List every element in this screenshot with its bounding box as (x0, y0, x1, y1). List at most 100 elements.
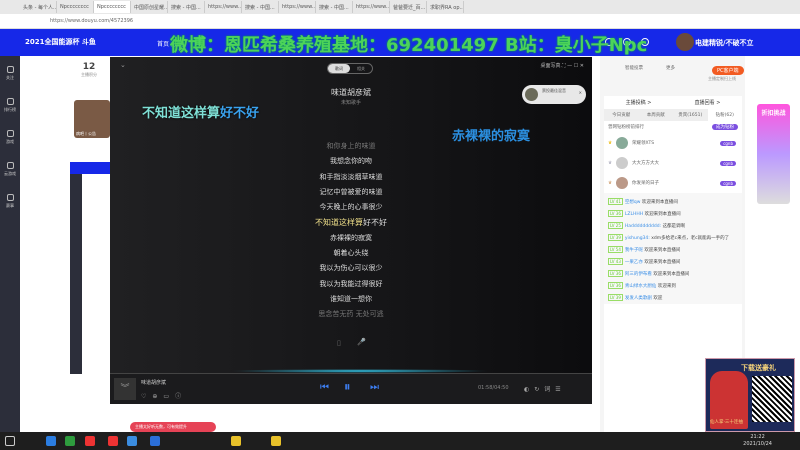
desktop-lyric-left: 不知道这样算好不好 (142, 106, 260, 121)
sidebar-item-games[interactable]: 游戏 (0, 130, 20, 145)
app-icon[interactable] (150, 436, 160, 446)
tab-vip[interactable]: 贵宾(1651) (673, 109, 708, 121)
tab-week[interactable]: 本周贡献 (639, 109, 674, 121)
crown-icon: ♛ (608, 180, 613, 186)
crown-icon: ♛ (608, 140, 613, 146)
chat-username[interactable]: 阿三的伊布看 (625, 272, 652, 277)
replay-link[interactable]: 直播回看 > (673, 99, 742, 106)
address-bar[interactable]: https://www.douyu.com/4572396 (0, 14, 800, 29)
start-icon[interactable] (5, 436, 15, 446)
become-fan-button[interactable]: 成为钻粉 (712, 124, 738, 130)
chat-username[interactable]: 青山绿水大厨仙 (625, 284, 657, 289)
anchor-posts-link[interactable]: 主播投稿 > (604, 99, 673, 106)
chat-text: 欢迎来到 (657, 284, 676, 289)
avatar (616, 157, 629, 169)
sidebar-item-esports[interactable]: 赛事 (0, 194, 20, 209)
user-avatar[interactable] (676, 33, 694, 51)
chat-username[interactable]: 一果乙亦 (625, 260, 643, 265)
browser-tab[interactable]: 求职界RA op... (427, 1, 464, 13)
level-badge: LV 39 (608, 294, 623, 301)
browser-tab[interactable]: 爸爸要迁_百... (390, 1, 427, 13)
browser-tab[interactable]: https://www... (353, 1, 390, 13)
tab-diamond-fans[interactable]: 钻粉(62) (707, 109, 742, 121)
app-icon[interactable] (271, 436, 281, 446)
browser-tab[interactable]: 头条 - 每个人... (20, 1, 57, 13)
rank-row[interactable]: ♛ 大大方方大大 cgnb (604, 153, 742, 173)
edge-icon[interactable] (46, 436, 56, 446)
app-icon[interactable] (231, 436, 241, 446)
chat-message: LV 39 yishung34: xdm多给老c来点，老c就能再一手的了 (604, 232, 742, 244)
chat-username[interactable]: yishung34: (625, 236, 650, 241)
url-text[interactable]: https://www.douyu.com/4572396 (50, 18, 133, 24)
level-badge: LV 54 (608, 246, 623, 253)
chat-username[interactable]: LZLHHH (625, 212, 643, 217)
browser-tab-bar: 头条 - 每个人... Npcccccccc Npcccccccc 中国原创星耀...… (0, 0, 800, 14)
lyrics-toggle[interactable]: 歌词 相关 (327, 63, 373, 74)
smart-vote-button[interactable]: 智能投票 (625, 65, 643, 71)
level-badge: LV 36 (608, 282, 623, 289)
user-name[interactable]: 电建精锐/不破不立 (695, 38, 754, 48)
avatar (616, 137, 629, 149)
browser-tab[interactable]: 搜索 - 中国... (242, 1, 279, 13)
chat-username[interactable]: 空想qw (625, 200, 641, 205)
ad-title: 下载送豪礼 (741, 364, 776, 372)
next-button[interactable]: ⏭ (370, 382, 379, 393)
more-button[interactable]: 更多 (666, 65, 675, 71)
toast-notification[interactable]: 主播太好听无数，可有效提升 (130, 422, 216, 432)
chat-username[interactable]: Hadddddddddd: (625, 224, 661, 229)
level-badge: LV 41 (608, 198, 623, 205)
sidebar-item-follow[interactable]: 关注 (0, 66, 20, 81)
tab-today[interactable]: 今日贡献 (604, 109, 639, 121)
chat-username[interactable]: 我牛子呢 (625, 248, 643, 253)
stream-watermark: 微博：恩匹希桑养殖基地：692401497 B站：臭小子Npc (170, 35, 648, 56)
heart-icon (6, 66, 14, 73)
playback-time: 01:58/04:50 (478, 385, 509, 391)
game-icon (6, 130, 14, 137)
pause-button[interactable]: ⏸ (344, 380, 351, 395)
ktv-icon[interactable]: ▯ (337, 339, 341, 347)
browser-tab[interactable]: https://www... (279, 1, 316, 13)
app-icon[interactable] (127, 436, 137, 446)
site-logo[interactable]: 2021全国能源杯 斗鱼 (25, 37, 96, 47)
album-cover[interactable]: ︾ (114, 378, 136, 400)
browser-tab[interactable]: https://www... (205, 1, 242, 13)
chat-username[interactable]: 发发人类歌剧 (625, 296, 652, 301)
vote-popup[interactable]: 票投最佳混音 ✕ (522, 85, 586, 104)
pc-client-button[interactable]: PC客户端 (712, 66, 744, 75)
system-clock[interactable]: 21:22 2021/10/24 (743, 434, 772, 448)
track-action-icons[interactable]: ♡⊕▭ⓘ (141, 391, 187, 400)
collapse-icon[interactable]: ⌄ (120, 61, 126, 69)
close-icon[interactable]: ✕ (579, 90, 582, 95)
now-playing-title: 味道胡彦斌 (141, 380, 167, 386)
browser-tab[interactable]: Npcccccccc (94, 1, 131, 13)
lyric-line: 和手指淡淡烟草味道 (319, 172, 383, 181)
ad-subtitle: 仙人掌·三十连抽 (710, 420, 743, 425)
tab-lyrics[interactable]: 歌词 (328, 64, 350, 73)
browser-tab[interactable]: 中国原创星耀... (131, 1, 168, 13)
bottom-ad[interactable]: 下载送豪礼 仙人掌·三十连抽 (705, 358, 795, 432)
app-icon[interactable] (108, 436, 118, 446)
app-icon[interactable] (85, 436, 95, 446)
app-icon[interactable] (65, 436, 75, 446)
crown-icon: ♛ (608, 160, 613, 166)
side-ad-banner[interactable]: 折扣挑战 (757, 104, 790, 204)
browser-tab[interactable]: 搜索 - 中国... (168, 1, 205, 13)
lyric-line: 今天晚上的心事很少 (319, 203, 383, 212)
chat-message: LV 43 一果乙亦 欢迎来到本直播间 (604, 256, 742, 268)
browser-tab[interactable]: 搜索 - 中国... (316, 1, 353, 13)
sidebar-item-ranking[interactable]: 排行榜 (0, 98, 20, 113)
volume-loop-lyrics-playlist-icons[interactable]: ◐↻词☰ (524, 384, 566, 393)
browser-tab[interactable]: Npcccccccc (57, 1, 94, 13)
song-title: 味道胡彦斌 (331, 88, 371, 97)
microphone-icon[interactable]: 🎤 (357, 338, 366, 346)
chat-text: 欢迎来到本直播间 (653, 272, 690, 277)
rank-row[interactable]: ♛ 荣耀领XTS cgnb (604, 133, 742, 153)
tab-related[interactable]: 相关 (350, 64, 372, 73)
anchor-avatar[interactable]: 病吧丨公告 (74, 100, 110, 138)
chat-text: xdm多给老c来点，老c就能再一手的了 (651, 236, 730, 241)
window-controls[interactable]: 桌面写真 ⛶ — ☐ ✕ (540, 62, 584, 69)
lyric-line: 我以为伤心可以很少 (319, 264, 383, 273)
rank-row[interactable]: ♛ 你发呆的日子 cgnb (604, 173, 742, 193)
sidebar-item-cloud-games[interactable]: 云游戏 (0, 162, 20, 177)
previous-button[interactable]: ⏮ (320, 382, 329, 393)
